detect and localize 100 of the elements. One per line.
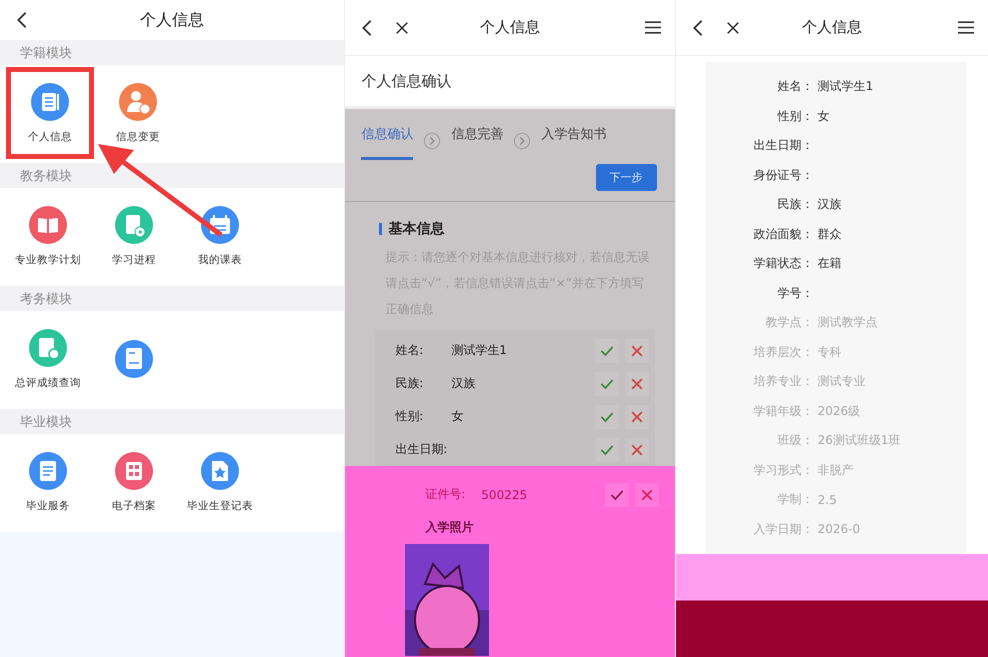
- reject-button[interactable]: [624, 404, 649, 428]
- confirm-button[interactable]: [604, 482, 629, 506]
- field-value: 2026-0: [818, 522, 860, 536]
- cross-icon: [638, 486, 655, 502]
- section-title: 学籍模块: [20, 44, 72, 62]
- module-label: 电子档案: [112, 499, 156, 513]
- calendar-icon: [200, 205, 240, 245]
- reject-button[interactable]: [634, 482, 659, 506]
- field-label: 班级：: [776, 432, 814, 450]
- module-label: 毕业服务: [26, 499, 70, 513]
- screen-title: 个人信息: [802, 18, 862, 37]
- module-label: 个人信息: [28, 130, 72, 144]
- field-value: 女: [451, 408, 464, 425]
- confirm-button[interactable]: [594, 372, 619, 396]
- module-label: 总评成绩查询: [15, 376, 81, 390]
- field-label: 入学日期：: [752, 520, 814, 538]
- menu-icon[interactable]: [644, 21, 661, 34]
- chevron-icon: [513, 132, 532, 150]
- field-value: 非脱产: [818, 462, 854, 479]
- menu-icon[interactable]: [958, 21, 974, 34]
- star-document-icon: [200, 451, 240, 491]
- field-value: 2026级: [818, 402, 860, 420]
- chevron-icon: [423, 132, 442, 150]
- accent-bar: [379, 223, 382, 235]
- document-icon: [30, 82, 70, 122]
- field-value: 500225: [481, 488, 528, 502]
- field-label: 培养层次：: [752, 344, 814, 361]
- page-heading: 个人信息确认: [361, 72, 452, 90]
- field-label: 证件号:: [425, 486, 466, 503]
- module-tile[interactable]: 毕业生登记表: [178, 438, 262, 526]
- field-value: 专科: [818, 344, 842, 361]
- confirm-button[interactable]: [594, 404, 619, 428]
- photo-label: 入学照片: [425, 519, 474, 536]
- field-value: 女: [818, 108, 830, 125]
- module-tile[interactable]: 信息变更: [96, 69, 180, 157]
- module-tile[interactable]: 个人信息: [6, 67, 94, 159]
- module-tile[interactable]: 毕业服务: [6, 438, 90, 526]
- field-value: 汉族: [818, 196, 842, 214]
- section-title: 基本信息: [388, 220, 444, 238]
- reject-button[interactable]: [624, 338, 649, 362]
- field-label: 政治面貌：: [752, 226, 814, 243]
- module-tile[interactable]: 专业教学计划: [6, 192, 90, 280]
- step-tab[interactable]: 入学告知书: [541, 121, 606, 160]
- reject-button[interactable]: [624, 438, 649, 462]
- module-label: 学习进程: [112, 253, 156, 267]
- field-value: 26测试班级1班: [818, 432, 901, 450]
- close-icon[interactable]: [395, 20, 410, 34]
- field-label: 学籍年级：: [752, 402, 814, 420]
- field-label: 教学点：: [764, 314, 814, 332]
- play-document-icon: [114, 205, 154, 245]
- field-value: 2.5: [818, 492, 837, 507]
- back-icon[interactable]: [361, 18, 374, 36]
- module-label: 专业教学计划: [15, 253, 81, 267]
- field-value: 在籍: [818, 255, 842, 272]
- cross-icon: [628, 408, 645, 424]
- field-label: 学制：: [776, 491, 814, 508]
- module-tile[interactable]: 学习进程: [92, 192, 176, 280]
- search-document-icon: [28, 328, 68, 368]
- cross-icon: [628, 376, 645, 392]
- field-label: 学习形式：: [752, 462, 814, 479]
- back-icon[interactable]: [16, 11, 28, 29]
- section-title: 考务模块: [20, 290, 72, 308]
- field-label: 学籍状态：: [752, 255, 814, 272]
- field-value: 汉族: [451, 375, 476, 392]
- section-title: 教务模块: [20, 168, 72, 184]
- field-label: 民族:: [395, 375, 424, 392]
- back-icon[interactable]: [692, 18, 704, 36]
- screen-title: 个人信息: [480, 18, 540, 37]
- module-tile[interactable]: 电子档案: [92, 438, 176, 526]
- module-tile[interactable]: 我的课表: [178, 192, 262, 280]
- field-label: 民族：: [776, 196, 814, 214]
- score-paper-icon: [114, 339, 154, 379]
- field-value: 测试专业: [818, 373, 866, 390]
- field-label: 姓名：: [776, 78, 814, 96]
- next-button[interactable]: 下一步: [596, 164, 657, 191]
- module-tile[interactable]: 总评成绩查询: [6, 315, 90, 403]
- field-label: 出生日期:: [395, 441, 448, 458]
- field-value: 测试学生1: [451, 342, 508, 359]
- field-label: 出生日期：: [752, 137, 814, 154]
- book-icon: [28, 205, 68, 245]
- list-icon: [28, 451, 68, 491]
- section-title: 毕业模块: [20, 414, 72, 430]
- confirm-button[interactable]: [594, 438, 619, 462]
- field-label: 培养专业：: [752, 373, 814, 390]
- close-icon[interactable]: [726, 20, 740, 34]
- step-tab[interactable]: 信息完善: [451, 121, 504, 160]
- field-value: 测试教学点: [818, 314, 878, 332]
- field-label: 学号：: [776, 284, 814, 302]
- cross-icon: [628, 342, 645, 358]
- module-label: 信息变更: [116, 130, 160, 144]
- grid-icon: [114, 451, 154, 491]
- field-label: 性别：: [776, 108, 814, 125]
- field-value: 群众: [818, 226, 842, 243]
- reject-button[interactable]: [624, 372, 649, 396]
- field-value: 测试学生1: [818, 78, 874, 96]
- person-icon: [118, 82, 158, 122]
- field-label: 性别:: [395, 408, 424, 425]
- screen-title: 个人信息: [140, 10, 204, 30]
- confirm-button[interactable]: [594, 338, 619, 362]
- cross-icon: [628, 442, 645, 458]
